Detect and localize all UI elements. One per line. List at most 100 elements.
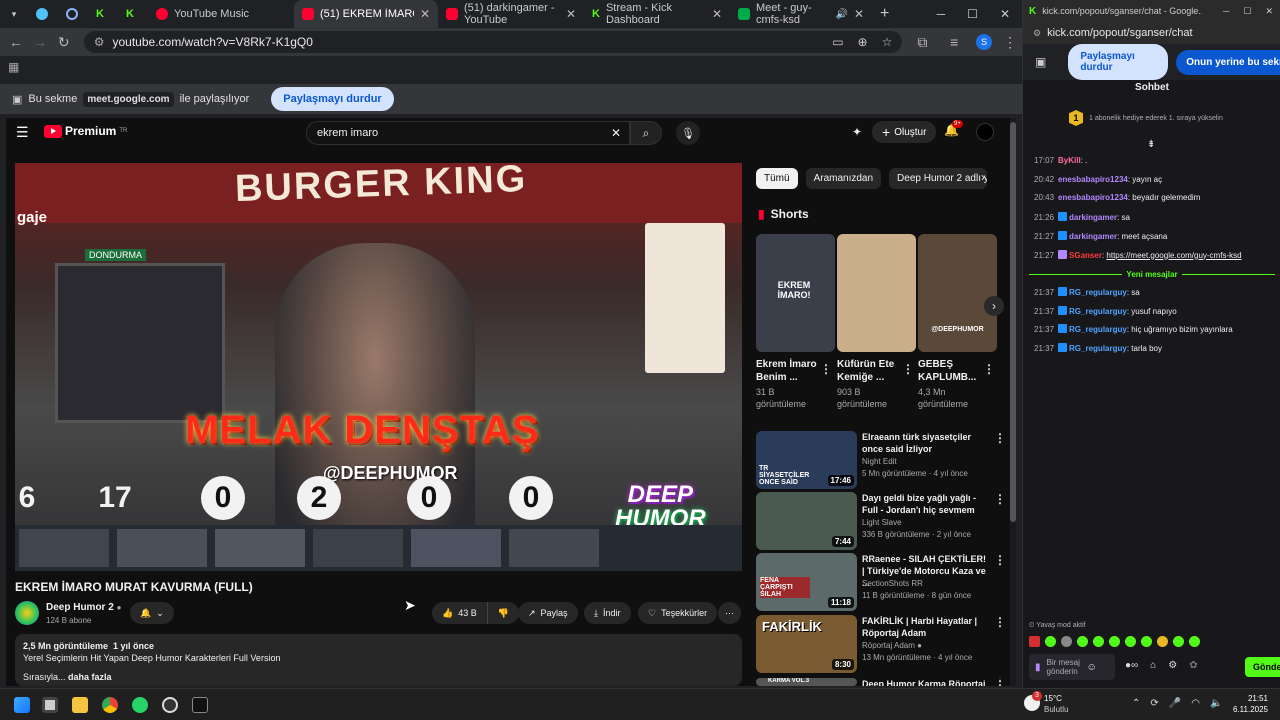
message-username[interactable]: enesbabapiro1234 [1058,193,1128,202]
tab-search-button[interactable]: ▾ [0,0,28,28]
short-title[interactable]: GEBEŞ KAPLUMB... [918,358,988,384]
store-icon[interactable]: ⌂ [1150,660,1156,671]
dislike-button[interactable]: 👎 [487,602,519,624]
gift-leaderboard-prompt[interactable]: 1 1 abonelik hediye ederek 1. sıraya yük… [1069,110,1223,126]
pin-filter-icon[interactable]: ⇟ [1147,139,1155,150]
search-input[interactable]: ekrem imaro ✕ [306,121,630,145]
short-thumbnail-2[interactable] [837,234,916,352]
short-menu-icon[interactable]: ⋮ [983,362,995,376]
message-username[interactable]: darkingamer [1069,213,1117,222]
extensions-icon[interactable]: ⧉ [910,34,934,51]
chips-next-icon[interactable]: › [981,170,985,184]
start-windows-icon[interactable] [14,697,30,713]
emote-icon[interactable] [1109,636,1120,647]
minimize-icon[interactable]: ─ [937,7,946,21]
notifications-bell[interactable]: 🔔 9+ [944,120,963,137]
video-menu-icon[interactable]: ⋮ [994,615,1006,629]
youtube-logo[interactable]: Premium TR [44,124,127,138]
message-username[interactable]: RG_regularguy [1069,288,1127,297]
message-username[interactable]: RG_regularguy [1069,325,1127,334]
cast-connect-icon[interactable]: ✦ [852,125,862,139]
close-tab-icon[interactable]: ✕ [854,7,864,21]
microphone-icon[interactable]: 🎤 [1169,698,1181,709]
settings-gear-icon[interactable]: ⚙ [1168,660,1177,671]
stop-sharing-button[interactable]: Paylaşmayı durdur [271,87,394,111]
clock[interactable]: 21:51 6.11.2025 [1233,693,1268,715]
file-explorer-icon[interactable] [72,697,88,713]
search-button[interactable]: ⌕ [630,121,662,145]
site-info-icon[interactable]: ⚙ [94,35,105,49]
new-tab-button[interactable]: + [872,0,896,28]
mention-icon[interactable]: ●∞ [1125,660,1138,671]
tab-pinned-2[interactable] [58,0,88,28]
channel-avatar[interactable] [15,601,39,625]
chip-from-search[interactable]: Aramanızdan [805,168,882,189]
subscribed-bell-button[interactable]: 🔔 ⌄ [130,602,174,624]
close-tab-icon[interactable]: ✕ [712,7,722,21]
like-button[interactable]: 👍 43 B [432,602,488,624]
message-username[interactable]: RG_regularguy [1069,344,1127,353]
media-icon[interactable]: ≡ [942,34,966,50]
message-username[interactable]: enesbabapiro1234 [1058,175,1128,184]
message-username[interactable]: darkingamer [1069,232,1117,241]
description-box[interactable]: 2,5 Mn görüntüleme 1 yıl önce Yerel Seçi… [15,634,742,686]
weather-widget[interactable]: 15°C Bulutlu [1044,693,1068,715]
message-username[interactable]: SGanser [1069,251,1102,260]
maximize-icon[interactable]: ☐ [1243,6,1251,17]
more-actions-button[interactable]: ⋯ [718,602,741,624]
voice-search-button[interactable]: 🎙 [676,121,700,145]
short-title[interactable]: Ekrem İmaro Benim ... [756,358,826,384]
chevron-up-icon[interactable]: ⌃ [1132,698,1140,709]
maximize-icon[interactable]: ☐ [967,7,978,21]
site-info-icon[interactable]: ⚙ [1033,28,1041,39]
minimize-icon[interactable]: ─ [1223,6,1229,17]
message-username[interactable]: RG_regularguy [1069,307,1127,316]
forward-icon[interactable]: → [28,34,52,50]
short-menu-icon[interactable]: ⋮ [820,362,832,376]
volume-icon[interactable]: 🔈 [1210,698,1222,709]
video-menu-icon[interactable]: ⋮ [994,492,1006,506]
account-avatar[interactable] [976,123,994,141]
address-bar[interactable]: ⚙ youtube.com/watch?v=V8Rk7-K1gQ0 ▭ ⊕ ☆ [83,31,903,53]
network-status-icon[interactable]: ⟳ [1150,698,1158,709]
emote-picker-icon[interactable]: ✿ [1189,660,1197,671]
cast-icon[interactable]: ▭ [832,35,843,49]
emote-icon[interactable] [1141,636,1152,647]
close-window-icon[interactable]: ✕ [1000,7,1010,21]
send-button[interactable]: Gönder [1245,657,1280,677]
app-icon[interactable] [192,697,208,713]
emote-icon[interactable] [1045,636,1056,647]
chip-all[interactable]: Tümü [756,168,798,189]
reload-icon[interactable]: ↻ [52,34,76,51]
tab-pinned-kick-2[interactable]: K [118,0,148,28]
short-thumbnail-1[interactable]: EKREM İMARO! [756,234,835,352]
tab-youtube-music[interactable]: YouTube Music [148,0,294,28]
message-link[interactable]: https://meet.google.com/guy-cmfs-ksd [1106,251,1241,260]
short-title[interactable]: Küfürün Ete Kemiğe ... [837,358,907,384]
weather-icon[interactable]: 3 [1024,691,1042,711]
tab-meet[interactable]: Meet - guy-cmfs-ksd 🔊 ✕ [730,0,872,28]
whatsapp-icon[interactable] [132,697,148,713]
show-more-link[interactable]: daha fazla [68,672,112,682]
tab-pinned-1[interactable] [28,0,58,28]
download-button[interactable]: ⤓ İndir [584,602,631,624]
tab-kick-dashboard[interactable]: K Stream - Kick Dashboard ✕ [584,0,730,28]
close-tab-icon[interactable]: ✕ [420,7,430,21]
chip-channel-uploads[interactable]: Deep Humor 2 adlı yükle [889,168,988,189]
scrollbar-thumb[interactable] [1010,122,1016,522]
zoom-icon[interactable]: ⊕ [858,35,868,49]
clear-search-icon[interactable]: ✕ [611,126,621,140]
emote-icon[interactable] [1157,636,1168,647]
short-thumbnail-3[interactable]: @DEEPHUMOR [918,234,997,352]
apps-grid-icon[interactable]: ▦ [8,60,19,74]
emote-icon[interactable] [1061,636,1072,647]
emote-icon[interactable] [1189,636,1200,647]
tab-pinned-kick-1[interactable]: K [88,0,118,28]
chat-input[interactable]: ▮ Bir mesaj gönderin ☺ [1029,654,1115,680]
emote-icon[interactable] [1125,636,1136,647]
emote-icon[interactable] [1077,636,1088,647]
thanks-button[interactable]: ♡ Teşekkürler [638,602,718,624]
emoji-icon[interactable]: ☺ [1087,662,1097,673]
recommended-video[interactable]: 7:44 Dayı geldi bize yağlı yağlı - Full … [756,492,1008,550]
share-this-tab-button[interactable]: Onun yerine bu sekmeyi p [1176,49,1280,75]
